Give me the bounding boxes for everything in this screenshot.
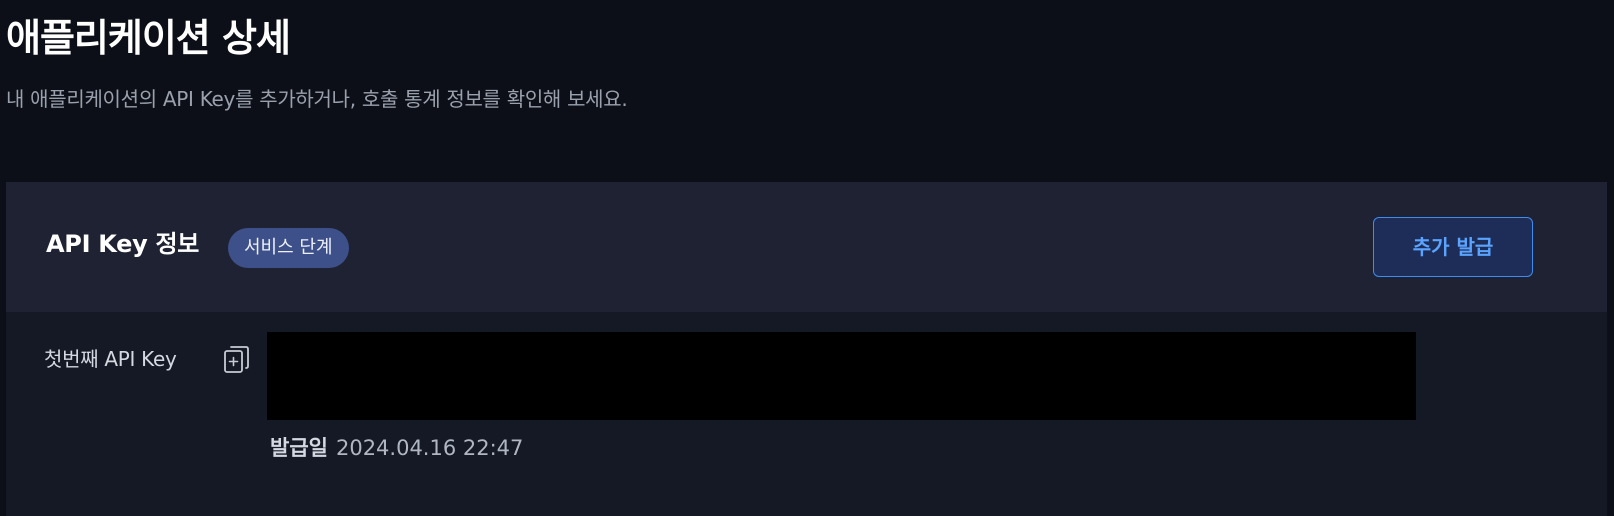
issued-date-row: 발급일 2024.04.16 22:47 <box>270 432 523 466</box>
api-key-card-header: API Key 정보 서비스 단계 추가 발급 <box>6 182 1607 312</box>
page-subtitle: 내 애플리케이션의 API Key를 추가하거나, 호출 통계 정보를 확인해 … <box>6 87 628 111</box>
page-title: 애플리케이션 상세 <box>6 16 291 60</box>
api-key-card-title: API Key 정보 <box>46 230 200 258</box>
issued-date-label: 발급일 <box>270 436 328 460</box>
issued-date-value: 2024.04.16 22:47 <box>335 436 524 460</box>
stage-badge: 서비스 단계 <box>228 228 349 268</box>
api-key-label: 첫번째 API Key <box>44 347 177 371</box>
api-key-card: API Key 정보 서비스 단계 추가 발급 첫번째 API Key 발급일 2… <box>6 182 1607 516</box>
copy-icon[interactable] <box>222 342 250 374</box>
issue-additional-key-button[interactable]: 추가 발급 <box>1373 217 1533 277</box>
api-key-value-redacted <box>267 332 1416 420</box>
copy-icon-svg <box>224 346 249 373</box>
application-detail-page: 애플리케이션 상세 내 애플리케이션의 API Key를 추가하거나, 호출 통… <box>0 0 1614 516</box>
